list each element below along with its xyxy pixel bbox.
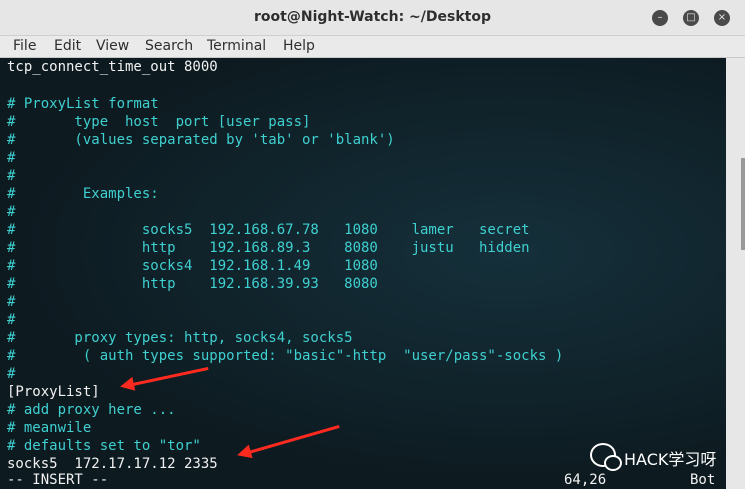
terminal-line: # ProxyList format	[7, 96, 159, 112]
mode-indicator: -- INSERT --	[7, 472, 109, 488]
terminal-line: # add proxy here ...	[7, 402, 176, 418]
terminal-line: #	[7, 204, 16, 220]
minimize-button[interactable]: –	[652, 10, 668, 26]
terminal-line: #	[7, 294, 16, 310]
terminal-line: [ProxyList]	[7, 384, 100, 400]
menu-help[interactable]: Help	[283, 38, 315, 54]
menu-terminal[interactable]: Terminal	[207, 38, 266, 54]
menu-edit[interactable]: Edit	[54, 38, 81, 54]
wechat-logo-icon	[590, 443, 622, 471]
cursor-position: 64,26	[564, 472, 607, 488]
terminal-line: #	[7, 150, 16, 166]
terminal-line: # http 192.168.39.93 8080	[7, 276, 378, 292]
terminal-line: # (values separated by 'tab' or 'blank')	[7, 132, 395, 148]
terminal-line: # meanwile	[7, 420, 92, 436]
terminal-line: tcp_connect_time_out 8000	[7, 59, 218, 75]
terminal-line: # Examples:	[7, 186, 159, 202]
terminal-line: # ( auth types supported: "basic"-http "…	[7, 348, 564, 364]
scroll-indicator: Bot	[690, 472, 716, 488]
menu-bar: File Edit View Search Terminal Help	[0, 36, 745, 58]
vim-status-line: -- INSERT -- 64,26 Bot	[0, 471, 726, 489]
menu-view[interactable]: View	[96, 38, 129, 54]
title-bar: root@Night-Watch: ~/Desktop – □ ×	[0, 0, 745, 36]
menu-search[interactable]: Search	[145, 38, 193, 54]
terminal-line: #	[7, 168, 16, 184]
terminal-line: # defaults set to "tor"	[7, 438, 201, 454]
watermark-text: HACK学习呀	[624, 450, 717, 469]
terminal-line: # socks5 192.168.67.78 1080 lamer secret	[7, 222, 530, 238]
terminal-area[interactable]: tcp_connect_time_out 8000 # ProxyList fo…	[0, 58, 726, 489]
terminal-line: #	[7, 312, 16, 328]
close-button[interactable]: ×	[714, 10, 730, 26]
window-title: root@Night-Watch: ~/Desktop	[254, 9, 491, 25]
scrollbar-thumb[interactable]	[741, 158, 745, 250]
maximize-button[interactable]: □	[683, 10, 699, 26]
scrollbar[interactable]	[726, 58, 745, 489]
terminal-line: # type host port [user pass]	[7, 114, 311, 130]
menu-file[interactable]: File	[13, 38, 36, 54]
terminal-line: #	[7, 366, 16, 382]
terminal-line: # http 192.168.89.3 8080 justu hidden	[7, 240, 530, 256]
terminal-line: # socks4 192.168.1.49 1080	[7, 258, 378, 274]
terminal-line: # proxy types: http, socks4, socks5	[7, 330, 353, 346]
